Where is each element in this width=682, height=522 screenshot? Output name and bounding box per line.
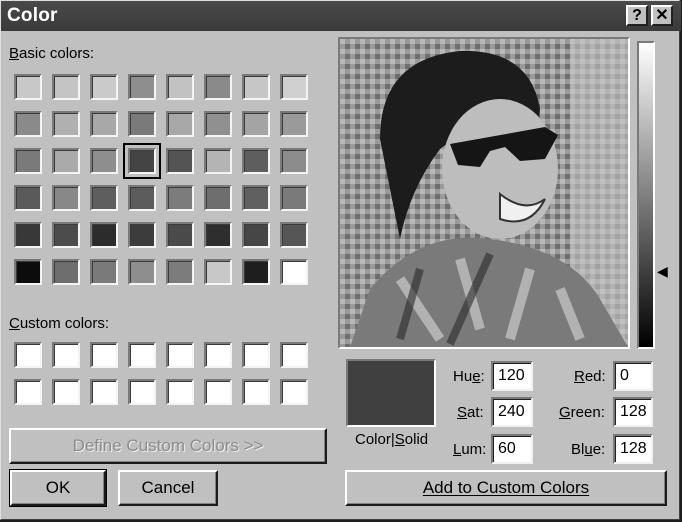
title-bar[interactable]: Color ? ✕ xyxy=(1,1,681,31)
basic-color-swatch[interactable] xyxy=(128,74,156,100)
basic-color-swatch[interactable] xyxy=(52,259,80,285)
basic-color-swatch[interactable] xyxy=(280,111,308,137)
basic-color-swatch[interactable] xyxy=(128,222,156,248)
basic-color-swatch[interactable] xyxy=(14,222,42,248)
custom-color-swatch[interactable] xyxy=(90,342,118,368)
basic-colors-label: Basic colors: xyxy=(9,45,95,62)
basic-color-swatch[interactable] xyxy=(166,148,194,174)
basic-color-swatch[interactable] xyxy=(52,222,80,248)
hue-field[interactable]: 120 xyxy=(491,361,533,391)
luminance-marker-icon[interactable]: ◀ xyxy=(657,264,668,278)
color-spectrum[interactable] xyxy=(338,37,630,349)
basic-color-swatch[interactable] xyxy=(242,185,270,211)
color-solid-preview[interactable] xyxy=(346,359,436,427)
blue-field[interactable]: 128 xyxy=(613,434,653,464)
custom-color-swatch[interactable] xyxy=(14,342,42,368)
sat-label: Sat: xyxy=(457,404,484,421)
basic-color-swatch[interactable] xyxy=(90,74,118,100)
help-button[interactable]: ? xyxy=(626,5,648,26)
custom-color-swatch[interactable] xyxy=(90,379,118,405)
basic-color-swatch[interactable] xyxy=(128,259,156,285)
basic-color-swatch[interactable] xyxy=(242,111,270,137)
custom-color-swatch[interactable] xyxy=(52,342,80,368)
basic-color-swatch[interactable] xyxy=(204,111,232,137)
custom-color-swatch[interactable] xyxy=(204,379,232,405)
luminance-gradient xyxy=(639,43,653,347)
cancel-button[interactable]: Cancel xyxy=(118,470,218,506)
basic-color-swatch[interactable] xyxy=(166,259,194,285)
window-title: Color xyxy=(7,5,58,26)
color-dialog: Color ? ✕ Basic colors: Custom colors: D… xyxy=(0,0,681,520)
custom-color-swatch[interactable] xyxy=(166,379,194,405)
basic-color-swatch[interactable] xyxy=(90,148,118,174)
hue-label: Hue: xyxy=(453,368,485,385)
basic-color-swatch[interactable] xyxy=(90,111,118,137)
basic-color-swatch[interactable] xyxy=(204,259,232,285)
basic-color-swatch[interactable] xyxy=(52,74,80,100)
custom-colors-label: Custom colors: xyxy=(9,315,110,332)
blue-label: Blue: xyxy=(571,441,606,458)
basic-color-swatch[interactable] xyxy=(90,259,118,285)
luminance-slider[interactable] xyxy=(637,41,655,349)
add-to-custom-colors-button[interactable]: Add to Custom Colors xyxy=(345,470,667,506)
custom-color-swatch[interactable] xyxy=(280,342,308,368)
basic-color-swatch[interactable] xyxy=(128,185,156,211)
basic-color-swatch[interactable] xyxy=(52,111,80,137)
basic-color-swatch[interactable] xyxy=(14,74,42,100)
sat-field[interactable]: 240 xyxy=(491,397,533,427)
close-button[interactable]: ✕ xyxy=(651,5,673,26)
basic-color-swatch[interactable] xyxy=(52,148,80,174)
custom-color-swatch[interactable] xyxy=(242,342,270,368)
basic-color-swatch[interactable] xyxy=(14,185,42,211)
custom-color-swatch[interactable] xyxy=(242,379,270,405)
custom-color-swatch[interactable] xyxy=(128,379,156,405)
basic-color-swatch[interactable] xyxy=(204,148,232,174)
basic-color-swatch[interactable] xyxy=(166,111,194,137)
basic-color-swatch[interactable] xyxy=(280,222,308,248)
basic-color-swatch[interactable] xyxy=(123,143,161,179)
basic-color-swatch[interactable] xyxy=(14,148,42,174)
basic-color-swatch[interactable] xyxy=(90,222,118,248)
red-field[interactable]: 0 xyxy=(613,361,653,391)
lum-field[interactable]: 60 xyxy=(491,434,533,464)
basic-color-swatch[interactable] xyxy=(14,111,42,137)
red-label: Red: xyxy=(574,368,606,385)
basic-color-swatch[interactable] xyxy=(242,74,270,100)
custom-color-swatch[interactable] xyxy=(204,342,232,368)
custom-color-swatch[interactable] xyxy=(14,379,42,405)
green-field[interactable]: 128 xyxy=(613,397,653,427)
basic-color-swatch[interactable] xyxy=(166,74,194,100)
add-to-custom-colors-label: Add to Custom Colors xyxy=(422,478,590,497)
basic-color-swatch[interactable] xyxy=(242,222,270,248)
basic-color-swatch[interactable] xyxy=(204,74,232,100)
green-label: Green: xyxy=(559,404,605,421)
basic-color-swatch[interactable] xyxy=(52,185,80,211)
basic-color-swatch[interactable] xyxy=(280,74,308,100)
basic-color-swatch[interactable] xyxy=(204,222,232,248)
basic-color-swatch[interactable] xyxy=(204,185,232,211)
spectrum-image xyxy=(340,39,628,347)
custom-color-swatch[interactable] xyxy=(52,379,80,405)
basic-color-swatch[interactable] xyxy=(128,111,156,137)
ok-button[interactable]: OK xyxy=(9,469,107,507)
basic-color-swatch[interactable] xyxy=(280,148,308,174)
custom-color-swatch[interactable] xyxy=(166,342,194,368)
define-custom-colors-button[interactable]: Define Custom Colors >> xyxy=(9,428,327,464)
basic-color-swatch[interactable] xyxy=(90,185,118,211)
basic-color-swatch[interactable] xyxy=(166,222,194,248)
color-solid-label: Color|Solid xyxy=(355,431,429,448)
basic-color-swatch[interactable] xyxy=(14,259,42,285)
basic-color-swatch[interactable] xyxy=(280,185,308,211)
basic-color-swatch[interactable] xyxy=(242,259,270,285)
lum-label: Lum: xyxy=(453,441,487,458)
custom-color-swatch[interactable] xyxy=(280,379,308,405)
custom-color-swatch[interactable] xyxy=(128,342,156,368)
basic-color-swatch[interactable] xyxy=(166,185,194,211)
basic-color-swatch[interactable] xyxy=(280,259,308,285)
basic-color-swatch[interactable] xyxy=(242,148,270,174)
